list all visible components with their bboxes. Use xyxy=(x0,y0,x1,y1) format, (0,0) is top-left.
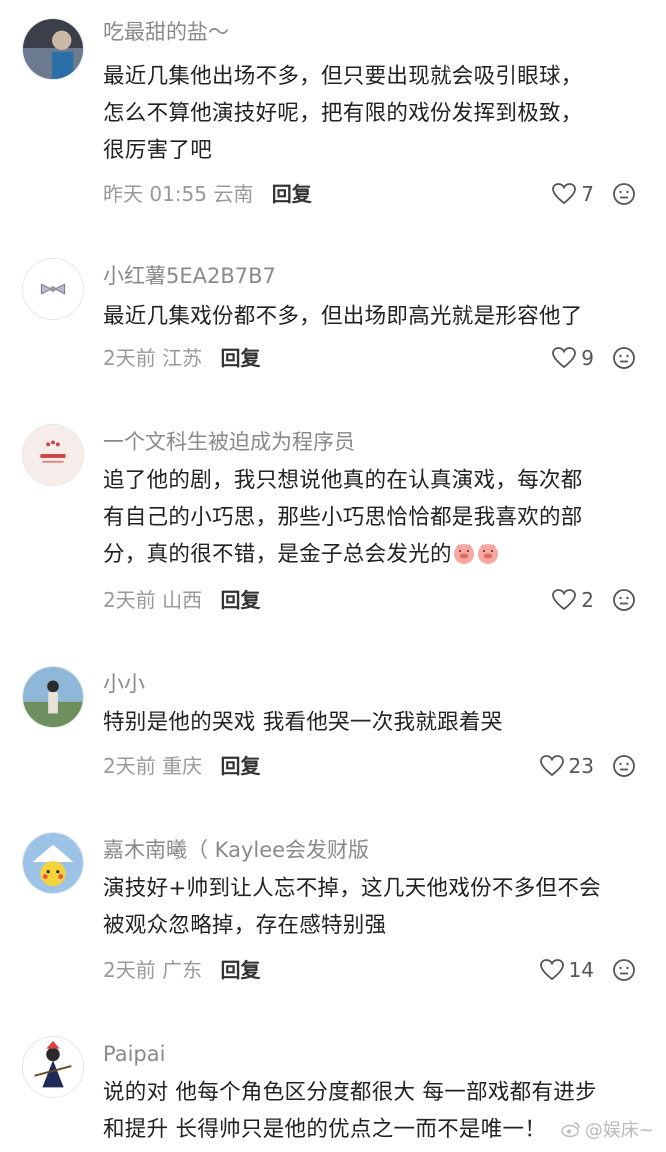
heart-outline-icon xyxy=(539,959,564,981)
like-button[interactable]: 2 xyxy=(551,586,594,614)
heart-outline-icon xyxy=(552,347,577,369)
like-count: 23 xyxy=(568,754,594,778)
comment-meta: 2天前 广东 回复 xyxy=(103,956,260,984)
like-button[interactable]: 23 xyxy=(539,752,594,780)
reply-button[interactable]: 回复 xyxy=(272,182,312,206)
pig-face-emoji xyxy=(453,544,474,564)
face-icon[interactable] xyxy=(612,346,636,370)
time-location: 2天前 山西 xyxy=(103,588,203,612)
face-icon[interactable] xyxy=(612,754,636,778)
username[interactable]: 一个文科生被迫成为程序员 xyxy=(103,428,355,456)
time-location: 2天前 江苏 xyxy=(103,346,203,370)
avatar[interactable] xyxy=(22,424,84,486)
face-icon[interactable] xyxy=(612,588,636,612)
comment-meta: 2天前 山西 回复 xyxy=(103,586,260,614)
watermark: @娱床~ xyxy=(561,1116,654,1142)
username[interactable]: 嘉木南曦（ Kaylee会发财版 xyxy=(103,836,369,864)
comment-text: 最近几集他出场不多，但只要出现就会吸引眼球， 怎么不算他演技好呢，把有限的戏份发… xyxy=(103,64,583,163)
like-count: 2 xyxy=(581,588,594,612)
like-button[interactable]: 14 xyxy=(539,956,594,984)
face-icon[interactable] xyxy=(612,182,636,206)
comment-meta: 2天前 江苏 回复 xyxy=(103,344,260,372)
pig-face-emoji xyxy=(477,544,498,564)
reply-button[interactable]: 回复 xyxy=(220,958,260,982)
like-count: 7 xyxy=(581,182,594,206)
comment-text: 追了他的剧，我只想说他真的在认真演戏，每次都 有自己的小巧思，那些小巧思恰恰都是… xyxy=(103,468,583,567)
comment-meta: 2天前 重庆 回复 xyxy=(103,752,260,780)
heart-outline-icon xyxy=(552,589,577,611)
time-location: 昨天 01:55 云南 xyxy=(103,182,254,206)
reply-button[interactable]: 回复 xyxy=(220,346,260,370)
time-location: 2天前 重庆 xyxy=(103,754,203,778)
comment-meta: 昨天 01:55 云南 回复 xyxy=(103,180,312,208)
username[interactable]: 小红薯5EA2B7B7 xyxy=(103,262,276,290)
time-location: 2天前 广东 xyxy=(103,958,203,982)
weibo-logo-icon xyxy=(561,1122,580,1138)
comment-text: 演技好+帅到让人忘不掉，这几天他戏份不多但不会 被观众忽略掉，存在感特别强 xyxy=(103,876,601,938)
comment-text: 特别是他的哭戏 我看他哭一次我就跟着哭 xyxy=(103,710,503,735)
like-count: 9 xyxy=(581,346,594,370)
face-icon[interactable] xyxy=(612,958,636,982)
username[interactable]: 小小 xyxy=(103,670,145,698)
like-button[interactable]: 9 xyxy=(551,344,594,372)
avatar[interactable] xyxy=(22,18,84,80)
avatar[interactable] xyxy=(22,666,84,728)
reply-button[interactable]: 回复 xyxy=(220,754,260,778)
avatar[interactable] xyxy=(22,832,84,894)
like-count: 14 xyxy=(568,958,594,982)
avatar[interactable] xyxy=(22,1036,84,1098)
avatar[interactable] xyxy=(22,258,84,320)
like-button[interactable]: 7 xyxy=(551,180,594,208)
comment-text: 说的对 他每个角色区分度都很大 每一部戏都有进步 和提升 长得帅只是他的优点之一… xyxy=(103,1080,597,1142)
watermark-text: @娱床~ xyxy=(584,1120,654,1141)
heart-outline-icon xyxy=(539,755,564,777)
username[interactable]: Paipai xyxy=(103,1040,165,1068)
username[interactable]: 吃最甜的盐～ xyxy=(103,18,229,46)
reply-button[interactable]: 回复 xyxy=(220,588,260,612)
heart-outline-icon xyxy=(552,183,577,205)
comment-text: 最近几集戏份都不多，但出场即高光就是形容他了 xyxy=(103,304,583,329)
